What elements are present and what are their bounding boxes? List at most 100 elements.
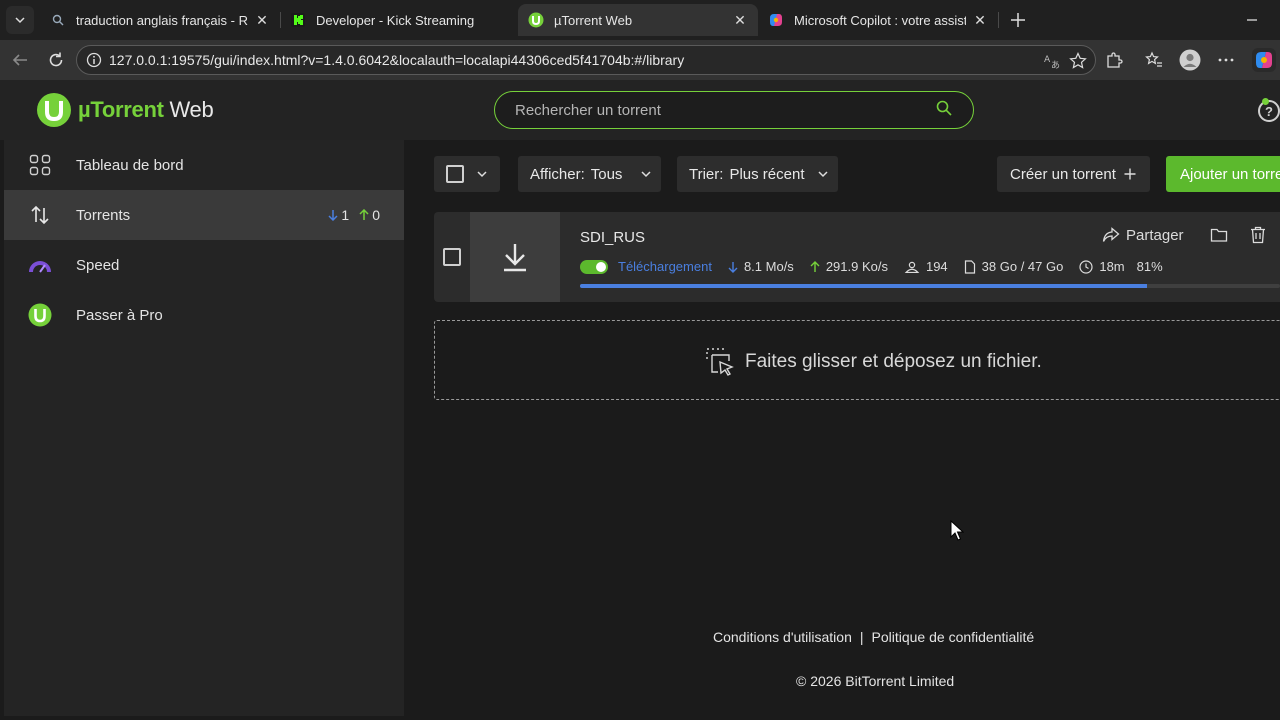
refresh-icon — [49, 52, 63, 67]
time-remaining: 18m — [1079, 259, 1125, 274]
open-folder-button[interactable] — [1210, 227, 1228, 243]
sidebar-item-upgrade-pro[interactable]: Passer à Pro — [4, 290, 404, 340]
utorrent-web-logo[interactable]: µTorrent Web — [36, 92, 214, 128]
torrent-search-box[interactable] — [494, 91, 974, 129]
plus-icon — [1011, 13, 1025, 27]
svg-text:A: A — [1044, 55, 1051, 65]
share-button[interactable]: Partager — [1102, 227, 1184, 244]
trash-icon — [1250, 226, 1265, 244]
create-torrent-button[interactable]: Créer un torrent — [997, 156, 1150, 192]
sidebar-item-dashboard[interactable]: Tableau de bord — [4, 140, 404, 190]
favorites-button[interactable] — [1140, 46, 1168, 74]
terms-link[interactable]: Conditions d'utilisation — [713, 629, 852, 645]
privacy-link[interactable]: Politique de confidentialité — [872, 629, 1035, 645]
peers-count: 194 — [904, 259, 948, 274]
tab-title: Developer - Kick Streaming — [316, 12, 475, 28]
extensions-button[interactable] — [1100, 46, 1128, 74]
browser-tab-strip: traduction anglais français - Reche ✕ De… — [0, 0, 1280, 40]
select-all-dropdown[interactable] — [434, 156, 500, 192]
translate-icon[interactable]: Aあ — [1043, 52, 1061, 75]
torrent-active-toggle[interactable] — [580, 259, 608, 274]
delete-button[interactable] — [1250, 226, 1266, 244]
more-dots-icon — [1218, 58, 1234, 62]
tab-title: µTorrent Web — [554, 12, 633, 28]
reload-button[interactable] — [42, 46, 70, 74]
sort-dropdown[interactable]: Trier: Plus récent — [677, 156, 838, 192]
notification-dot — [1262, 98, 1269, 105]
sidebar-item-label: Speed — [76, 256, 120, 274]
tab-title: traduction anglais français - Reche — [76, 12, 248, 28]
sidebar: Tableau de bord Torrents 1 0 Speed Passe… — [4, 140, 404, 716]
chevron-down-icon — [15, 17, 25, 24]
arrow-up-icon — [810, 260, 820, 272]
favorites-list-icon — [1145, 51, 1162, 67]
sidebar-item-label: Torrents — [76, 206, 131, 224]
progress-bar-fill — [580, 284, 1147, 288]
close-tab-icon[interactable]: ✕ — [732, 12, 748, 28]
download-icon — [504, 244, 526, 272]
select-all-checkbox[interactable] — [446, 165, 464, 183]
upload-speed: 291.9 Ko/s — [810, 259, 888, 274]
window-minimize-button[interactable] — [1240, 8, 1264, 32]
tab-actions-menu-button[interactable] — [6, 6, 34, 34]
tab-kick-developer[interactable]: Developer - Kick Streaming — [280, 4, 520, 36]
tab-utorrent-web[interactable]: µTorrent Web ✕ — [518, 4, 758, 36]
profile-button[interactable] — [1176, 46, 1204, 74]
sidebar-item-speed[interactable]: Speed — [4, 240, 404, 290]
add-torrent-button[interactable]: Ajouter un torre — [1166, 156, 1280, 192]
favorite-star-icon[interactable] — [1069, 52, 1087, 75]
help-button[interactable]: ? — [1258, 100, 1280, 122]
help-icon: ? — [1265, 103, 1273, 119]
search-icon[interactable] — [935, 99, 953, 122]
clock-icon — [1079, 259, 1093, 274]
tab-translation-search[interactable]: traduction anglais français - Reche ✕ — [40, 4, 280, 36]
sort-value: Plus récent — [729, 165, 805, 183]
filter-dropdown[interactable]: Afficher: Tous — [518, 156, 661, 192]
tab-microsoft-copilot[interactable]: Microsoft Copilot : votre assistant ✕ — [758, 4, 998, 36]
sort-label: Trier: — [689, 165, 724, 183]
copilot-logo-icon — [1252, 48, 1276, 72]
sidebar-item-torrents[interactable]: Torrents 1 0 — [4, 190, 404, 240]
new-tab-button[interactable] — [1004, 6, 1032, 34]
torrent-library: Afficher: Tous Trier: Plus récent Créer … — [404, 140, 1280, 716]
filter-label: Afficher: — [530, 165, 585, 183]
file-drop-zone[interactable]: Faites glisser et déposez un fichier. — [434, 320, 1280, 400]
url-field[interactable]: 127.0.0.1:19575/gui/index.html?v=1.4.0.6… — [76, 45, 1096, 75]
copilot-button[interactable] — [1250, 46, 1278, 74]
torrent-status: Téléchargement — [618, 259, 712, 274]
drop-zone-text: Faites glisser et déposez un fichier. — [745, 351, 1042, 372]
torrent-counts: 1 0 — [328, 207, 380, 223]
peers-icon — [904, 261, 920, 273]
torrent-stats: Téléchargement 8.1 Mo/s 291.9 Ko/s 194 3… — [580, 259, 1163, 274]
arrow-up-icon — [359, 209, 369, 220]
torrent-row[interactable]: SDI_RUS Partager Téléchargement 8.1 Mo/s — [434, 212, 1280, 302]
up-down-arrows-icon — [28, 203, 52, 227]
browser-menu-button[interactable] — [1212, 46, 1240, 74]
tab-divider — [998, 12, 999, 28]
share-arrow-icon — [1102, 227, 1120, 242]
copilot-logo-icon — [768, 12, 784, 28]
puzzle-icon — [1107, 52, 1123, 68]
kick-logo-icon — [290, 12, 306, 28]
torrent-status-box — [470, 212, 560, 302]
url-text: 127.0.0.1:19575/gui/index.html?v=1.4.0.6… — [109, 52, 685, 68]
torrent-size: 38 Go / 47 Go — [964, 259, 1063, 274]
avatar-icon — [1179, 49, 1201, 71]
close-tab-icon[interactable]: ✕ — [254, 12, 270, 28]
tab-title: Microsoft Copilot : votre assistant — [794, 12, 966, 28]
drop-zone-hint: Faites glisser et déposez un fichier. — [705, 347, 1042, 377]
file-icon — [964, 259, 975, 274]
chevron-down-icon — [641, 171, 651, 178]
logo-text: µTorrent Web — [78, 97, 214, 122]
back-button[interactable] — [6, 46, 34, 74]
app-header: µTorrent Web ? — [0, 80, 1280, 140]
close-tab-icon[interactable]: ✕ — [972, 12, 988, 28]
torrent-select-checkbox[interactable] — [443, 248, 461, 266]
utorrent-logo-icon — [37, 93, 71, 127]
utorrent-pro-icon — [28, 303, 52, 327]
upload-count: 0 — [359, 207, 380, 223]
search-input[interactable] — [515, 101, 935, 119]
site-info-icon[interactable] — [79, 52, 109, 68]
arrow-down-icon — [328, 210, 338, 221]
filter-value: Tous — [590, 165, 623, 183]
